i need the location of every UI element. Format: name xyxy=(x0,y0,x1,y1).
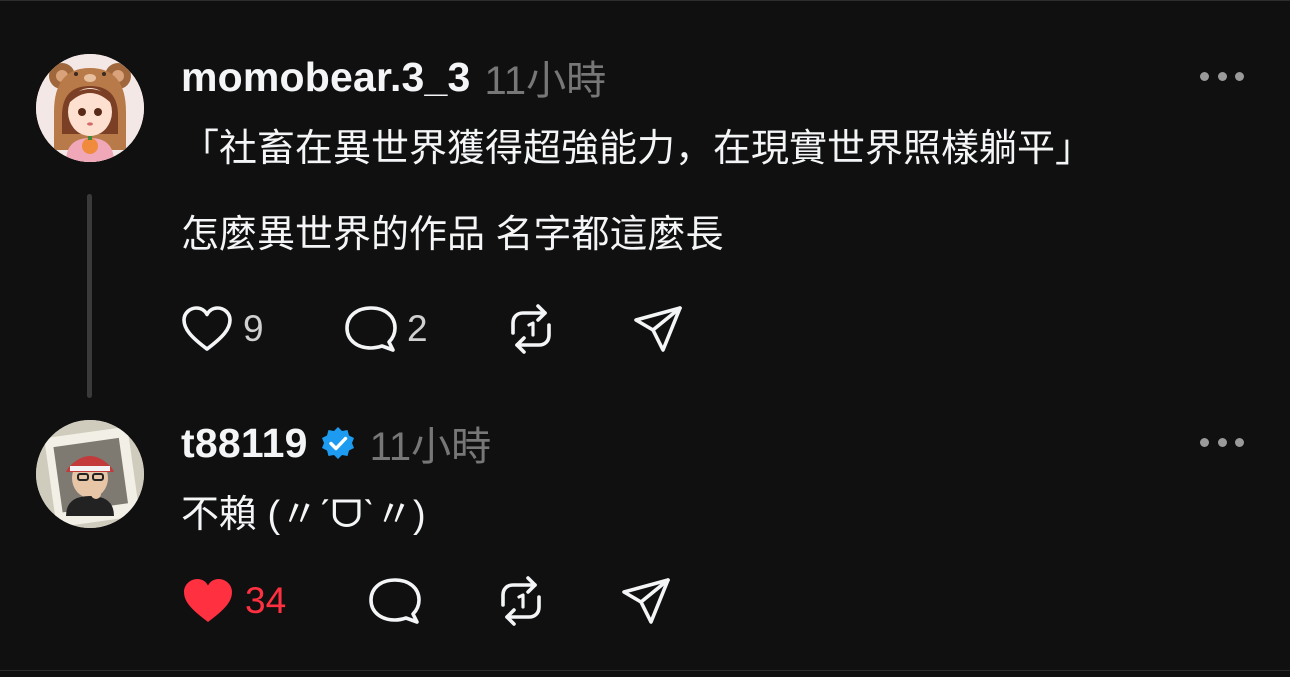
heart-icon xyxy=(184,579,232,622)
comment-button[interactable] xyxy=(369,574,421,628)
post-header: t88119 11小時 xyxy=(181,418,491,470)
repost-button[interactable] xyxy=(495,574,547,628)
repost-icon xyxy=(511,304,551,354)
comment-count: 2 xyxy=(407,308,428,349)
post-text-line: 「社畜在異世界獲得超強能力，在現實世界照樣躺平」 xyxy=(181,128,1094,170)
more-icon[interactable] xyxy=(1200,66,1244,86)
avatar[interactable] xyxy=(36,54,144,162)
more-icon[interactable] xyxy=(1200,432,1244,452)
share-icon xyxy=(634,306,682,352)
bottom-divider xyxy=(0,670,1290,671)
comment-icon xyxy=(369,578,421,624)
share-icon xyxy=(622,578,670,624)
repost-button[interactable] xyxy=(505,302,557,356)
timestamp: 11小時 xyxy=(369,425,492,469)
avatar[interactable] xyxy=(36,420,144,528)
post-header: momobear.3_3 11小時 xyxy=(181,52,606,104)
thread-post: t88119 11小時 不賴 (〃ˊᗜˋ〃) 34 xyxy=(0,410,1290,670)
like-button[interactable]: 9 xyxy=(181,302,264,356)
like-button[interactable]: 34 xyxy=(181,574,286,628)
timestamp: 11小時 xyxy=(484,59,607,103)
comment-button[interactable]: 2 xyxy=(345,302,428,356)
thread-post: momobear.3_3 11小時 「社畜在異世界獲得超強能力，在現實世界照樣躺… xyxy=(0,0,1290,410)
heart-icon xyxy=(182,306,232,351)
username[interactable]: t88119 xyxy=(181,420,308,467)
like-count: 34 xyxy=(245,580,287,621)
repost-icon xyxy=(501,576,541,626)
share-button[interactable] xyxy=(633,302,683,356)
verified-icon xyxy=(321,427,354,459)
like-count: 9 xyxy=(243,308,264,349)
username[interactable]: momobear.3_3 xyxy=(181,54,471,101)
post-text-line: 不賴 (〃ˊᗜˋ〃) xyxy=(181,494,426,536)
share-button[interactable] xyxy=(621,574,671,628)
thread-connector-line xyxy=(87,194,92,398)
comment-icon xyxy=(345,306,397,352)
post-text-line: 怎麼異世界的作品 名字都這麼長 xyxy=(181,214,724,256)
